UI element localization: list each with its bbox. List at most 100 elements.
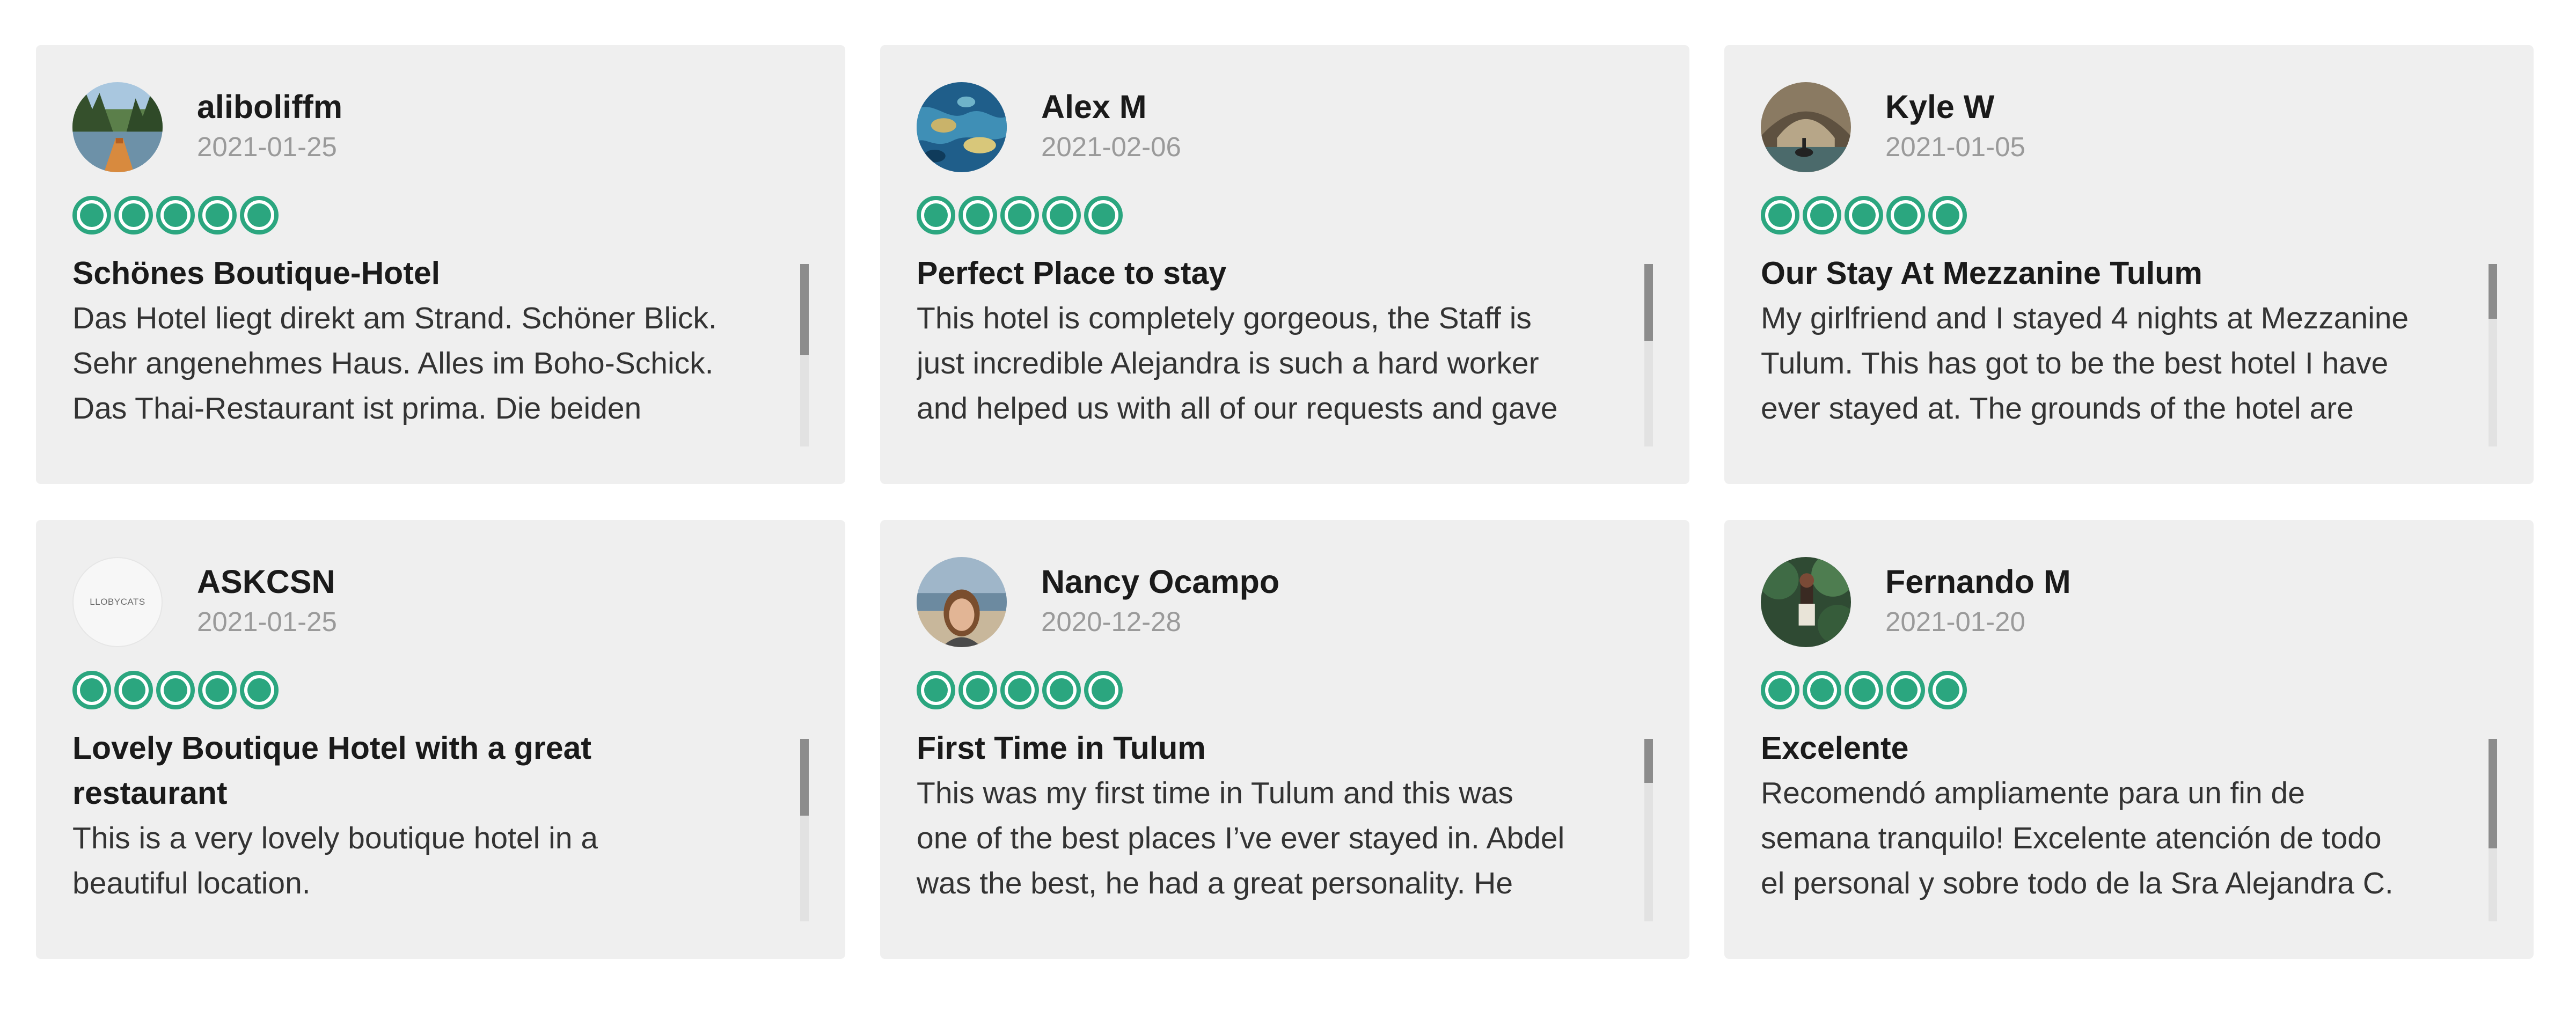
rating-bubble-icon bbox=[1803, 671, 1841, 709]
rating-bubble-icon bbox=[917, 671, 955, 709]
review-title: First Time in Tulum bbox=[917, 730, 1206, 766]
rating-bubble-icon bbox=[1042, 196, 1081, 234]
review-card: aliboliffm 2021-01-25 Schönes Boutique-H… bbox=[36, 45, 845, 484]
rating-bubble-icon bbox=[1803, 196, 1841, 234]
review-body[interactable]: Schönes Boutique-Hotel Das Hotel liegt d… bbox=[72, 251, 809, 433]
review-title: Schönes Boutique-Hotel bbox=[72, 255, 441, 291]
rating-bubbles bbox=[72, 196, 809, 234]
review-date: 2021-01-25 bbox=[197, 606, 337, 637]
rating-bubble-icon bbox=[198, 196, 237, 234]
rating-bubble-icon bbox=[1000, 671, 1039, 709]
avatar[interactable] bbox=[917, 82, 1007, 172]
rating-bubbles bbox=[72, 671, 809, 709]
scrollbar-thumb[interactable] bbox=[2489, 739, 2497, 848]
review-text: Recomendó ampliamente para un fin de sem… bbox=[1761, 776, 2394, 900]
reviewer-name[interactable]: Fernando M bbox=[1885, 562, 2071, 601]
rating-bubble-icon bbox=[156, 671, 195, 709]
reviewer-name[interactable]: Nancy Ocampo bbox=[1041, 562, 1279, 601]
review-card: Nancy Ocampo 2020-12-28 First Time in Tu… bbox=[880, 520, 1689, 959]
review-title: Lovely Boutique Hotel with a great resta… bbox=[72, 730, 592, 811]
rating-bubble-icon bbox=[1845, 671, 1883, 709]
reviews-grid: aliboliffm 2021-01-25 Schönes Boutique-H… bbox=[36, 45, 2534, 959]
rating-bubble-icon bbox=[1886, 671, 1925, 709]
rating-bubble-icon bbox=[917, 196, 955, 234]
review-body[interactable]: Our Stay At Mezzanine Tulum My girlfrien… bbox=[1761, 251, 2497, 433]
scrollbar-thumb[interactable] bbox=[1644, 739, 1653, 783]
scrollbar-thumb[interactable] bbox=[1644, 264, 1653, 341]
scrollbar-thumb[interactable] bbox=[800, 264, 809, 355]
review-date: 2021-01-20 bbox=[1885, 606, 2025, 637]
review-scrollbar[interactable] bbox=[1644, 739, 1653, 921]
reviewer-name[interactable]: Alex M bbox=[1041, 87, 1181, 126]
rating-bubble-icon bbox=[72, 671, 111, 709]
scrollbar-thumb[interactable] bbox=[2489, 264, 2497, 319]
rating-bubble-icon bbox=[958, 196, 997, 234]
rating-bubble-icon bbox=[114, 671, 153, 709]
lake-photo-icon bbox=[72, 82, 163, 172]
review-text: My girlfriend and I stayed 4 nights at M… bbox=[1761, 301, 2409, 426]
review-card: Kyle W 2021-01-05 Our Stay At Mezzanine … bbox=[1724, 45, 2534, 484]
review-text: Das Hotel liegt direkt am Strand. Schöne… bbox=[72, 301, 717, 426]
rating-bubble-icon bbox=[114, 196, 153, 234]
rating-bubble-icon bbox=[240, 196, 279, 234]
rating-bubble-icon bbox=[1084, 196, 1123, 234]
review-title: Our Stay At Mezzanine Tulum bbox=[1761, 255, 2202, 291]
review-body[interactable]: Excelente Recomendó ampliamente para un … bbox=[1761, 725, 2497, 908]
review-scrollbar[interactable] bbox=[1644, 264, 1653, 446]
avatar[interactable] bbox=[72, 82, 163, 172]
reviewer-name[interactable]: ASKCSN bbox=[197, 562, 337, 601]
avatar-logo-text: LLOBYCATS bbox=[90, 597, 145, 607]
rating-bubble-icon bbox=[1042, 671, 1081, 709]
review-header: LLOBYCATS ASKCSN 2021-01-25 bbox=[72, 557, 809, 647]
review-body[interactable]: Perfect Place to stay This hotel is comp… bbox=[917, 251, 1653, 433]
rating-bubble-icon bbox=[1886, 196, 1925, 234]
review-title: Excelente bbox=[1761, 730, 1909, 766]
review-scrollbar[interactable] bbox=[800, 739, 809, 921]
reviewer-name[interactable]: Kyle W bbox=[1885, 87, 2025, 126]
review-date: 2021-02-06 bbox=[1041, 131, 1181, 162]
review-card: Alex M 2021-02-06 Perfect Place to stay … bbox=[880, 45, 1689, 484]
rating-bubble-icon bbox=[1928, 196, 1967, 234]
review-scrollbar[interactable] bbox=[2489, 264, 2497, 446]
rating-bubble-icon bbox=[1845, 196, 1883, 234]
rating-bubble-icon bbox=[198, 671, 237, 709]
review-card: Fernando M 2021-01-20 Excelente Recomend… bbox=[1724, 520, 2534, 959]
review-scrollbar[interactable] bbox=[800, 264, 809, 446]
review-header: Kyle W 2021-01-05 bbox=[1761, 82, 2497, 172]
reef-photo-icon bbox=[917, 82, 1007, 172]
rating-bubble-icon bbox=[1928, 671, 1967, 709]
review-text: This hotel is completely gorgeous, the S… bbox=[917, 301, 1558, 426]
reviewer-name[interactable]: aliboliffm bbox=[197, 87, 342, 126]
avatar[interactable] bbox=[917, 557, 1007, 647]
rating-bubble-icon bbox=[1761, 671, 1799, 709]
review-text: This was my first time in Tulum and this… bbox=[917, 776, 1565, 900]
review-header: Fernando M 2021-01-20 bbox=[1761, 557, 2497, 647]
review-header: aliboliffm 2021-01-25 bbox=[72, 82, 809, 172]
rating-bubbles bbox=[1761, 196, 2497, 234]
rating-bubbles bbox=[917, 671, 1653, 709]
rating-bubble-icon bbox=[156, 196, 195, 234]
avatar[interactable] bbox=[1761, 82, 1851, 172]
review-title: Perfect Place to stay bbox=[917, 255, 1227, 291]
jungle-photo-icon bbox=[1761, 557, 1851, 647]
review-header: Alex M 2021-02-06 bbox=[917, 82, 1653, 172]
review-date: 2021-01-25 bbox=[197, 131, 337, 162]
review-date: 2021-01-05 bbox=[1885, 131, 2025, 162]
review-body[interactable]: Lovely Boutique Hotel with a great resta… bbox=[72, 725, 809, 908]
review-body[interactable]: First Time in Tulum This was my first ti… bbox=[917, 725, 1653, 908]
rating-bubbles bbox=[1761, 671, 2497, 709]
rating-bubbles bbox=[917, 196, 1653, 234]
review-date: 2020-12-28 bbox=[1041, 606, 1181, 637]
scrollbar-thumb[interactable] bbox=[800, 739, 809, 816]
rating-bubble-icon bbox=[1761, 196, 1799, 234]
review-card: LLOBYCATS ASKCSN 2021-01-25 Lovely Bouti… bbox=[36, 520, 845, 959]
rating-bubble-icon bbox=[1000, 196, 1039, 234]
city-photo-icon bbox=[1761, 82, 1851, 172]
avatar[interactable]: LLOBYCATS bbox=[72, 557, 163, 647]
portrait-photo-icon bbox=[917, 557, 1007, 647]
rating-bubble-icon bbox=[958, 671, 997, 709]
review-scrollbar[interactable] bbox=[2489, 739, 2497, 921]
review-header: Nancy Ocampo 2020-12-28 bbox=[917, 557, 1653, 647]
rating-bubble-icon bbox=[1084, 671, 1123, 709]
avatar[interactable] bbox=[1761, 557, 1851, 647]
